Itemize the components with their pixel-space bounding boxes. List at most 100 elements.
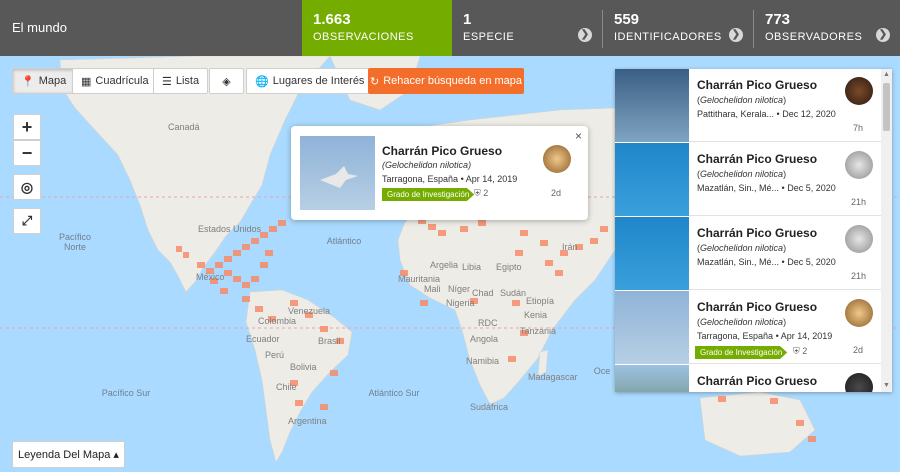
research-grade-badge: Grado de Investigación — [695, 346, 788, 359]
grid-view-label: Cuadrícula — [95, 75, 149, 87]
item-place: Mazatlán, Sin., Mé... — [697, 257, 780, 267]
map-label-canada: Canadá — [168, 122, 200, 132]
observation-thumbnail[interactable] — [615, 217, 689, 290]
avatar[interactable] — [845, 77, 873, 105]
item-scientific-name: (Gelochelidon nilotica) — [697, 95, 787, 105]
layers-button[interactable]: ◈ — [209, 68, 244, 94]
map-label-venezuela: Venezuela — [288, 306, 331, 316]
avatar[interactable] — [845, 151, 873, 179]
map-label-brazil: Brasil — [318, 336, 341, 346]
popup-species-name[interactable]: Charrán Pico Grueso — [382, 144, 502, 158]
list-item[interactable]: Charrán Pico Grueso (Gelochelidon niloti… — [615, 69, 881, 142]
item-time-ago: 2d — [853, 345, 864, 355]
map-label-drc: RDC — [478, 318, 498, 328]
map-label-argentina: Argentina — [288, 416, 327, 426]
map-label-angola: Angola — [470, 334, 499, 344]
item-time-ago: 7h — [853, 123, 864, 133]
research-grade-badge: Grado de Investigación — [382, 188, 475, 201]
map-label-algeria: Argelia — [430, 260, 459, 270]
avatar[interactable] — [845, 373, 873, 392]
stat-observers[interactable]: 773 OBSERVADORES ❯ — [754, 0, 900, 56]
observation-popup[interactable]: × Charrán Pico Grueso (Gelochelidon nilo… — [291, 126, 588, 220]
stat-identifiers-count: 559 — [614, 11, 640, 28]
id-icon: ⛨ — [474, 188, 481, 198]
stat-identifiers[interactable]: 559 IDENTIFICADORES ❯ — [603, 0, 753, 56]
map-view-label: Mapa — [38, 75, 67, 87]
map-label-bolivia: Bolivia — [290, 362, 317, 372]
list-item[interactable]: Charrán Pico Grueso (Gelochelidon niloti… — [615, 291, 881, 364]
map-label-mexico: México — [196, 272, 225, 282]
fullscreen-button[interactable]: ⤢ — [13, 208, 41, 234]
map-label-atlantic: Atlántico — [326, 236, 362, 246]
observation-thumbnail[interactable] — [615, 365, 689, 392]
item-meta: Mazatlán, Sin., Mé... • Dec 5, 2020 — [697, 183, 836, 193]
list-view-button[interactable]: ☰ Lista — [153, 68, 209, 94]
observation-photo[interactable] — [300, 136, 375, 210]
map-label-usa: Estados Unidos — [198, 224, 262, 234]
stat-observations[interactable]: 1.663 OBSERVACIONES — [302, 0, 452, 56]
map-label-iran: Irán — [562, 242, 578, 252]
observation-list[interactable]: Charrán Pico Grueso (Gelochelidon niloti… — [615, 69, 892, 392]
item-place: Tarragona, España — [697, 331, 774, 341]
crosshair-icon: ◎ — [20, 179, 34, 195]
item-place: Mazatlán, Sin., Mé... — [697, 183, 780, 193]
item-date: Apr 14, 2019 — [780, 331, 833, 341]
list-scrollbar[interactable]: ▲ ▼ — [881, 69, 892, 392]
map-label-namibia: Namibia — [466, 356, 500, 366]
item-species-name: Charrán Pico Grueso — [697, 152, 818, 166]
avatar[interactable] — [845, 225, 873, 253]
zoom-out-button[interactable]: − — [13, 140, 41, 166]
item-date: Dec 12, 2020 — [782, 109, 836, 119]
close-icon[interactable]: × — [575, 129, 582, 143]
observation-thumbnail[interactable] — [615, 69, 689, 142]
list-item[interactable]: Charrán Pico Grueso — [615, 365, 881, 392]
avatar[interactable] — [543, 145, 571, 173]
locate-button[interactable]: ◎ — [13, 174, 41, 200]
stat-species[interactable]: 1 ESPECIE ❯ — [452, 0, 602, 56]
map-label-mali: Mali — [424, 284, 441, 294]
map-label-chile: Chile — [276, 382, 297, 392]
map-label-madagascar: Madagascar — [528, 372, 578, 382]
place-label: El mundo — [12, 20, 67, 35]
item-scientific-name-text: Gelochelidon nilotica — [700, 169, 784, 179]
stat-observations-count: 1.663 — [313, 11, 351, 28]
map-pin-icon: 📍 — [21, 75, 35, 88]
grid-view-button[interactable]: ▦ Cuadrícula — [72, 68, 158, 94]
scroll-up-icon[interactable]: ▲ — [881, 69, 892, 81]
stat-observers-count: 773 — [765, 11, 791, 28]
avatar[interactable] — [845, 299, 873, 327]
observation-thumbnail[interactable] — [615, 143, 689, 216]
places-of-interest-button[interactable]: 🌐 Lugares de Interés — [246, 68, 374, 94]
map-label-ethiopia: Etiopía — [526, 296, 555, 306]
list-icon: ☰ — [162, 75, 172, 88]
item-meta: Mazatlán, Sin., Mé... • Dec 5, 2020 — [697, 257, 836, 267]
map-label-kenya: Kenia — [524, 310, 548, 320]
scrollbar-thumb[interactable] — [883, 83, 890, 131]
list-item[interactable]: Charrán Pico Grueso (Gelochelidon niloti… — [615, 217, 881, 290]
item-scientific-name: (Gelochelidon nilotica) — [697, 317, 787, 327]
scroll-down-icon[interactable]: ▼ — [881, 380, 892, 392]
popup-scientific-name: (Gelochelidon nilotica) — [382, 160, 472, 170]
grid-icon: ▦ — [81, 75, 92, 88]
places-of-interest-label: Lugares de Interés — [272, 75, 365, 87]
map-label-mauritania: Mauritania — [398, 274, 441, 284]
popup-id-count-value: 2 — [483, 188, 489, 198]
item-place: Pattithara, Kerala... — [697, 109, 775, 119]
map-label-ecuador: Ecuador — [246, 334, 280, 344]
map-label-niger: Níger — [448, 284, 471, 294]
item-species-name: Charrán Pico Grueso — [697, 300, 818, 314]
item-scientific-name-text: Gelochelidon nilotica — [700, 243, 784, 253]
map-view-button[interactable]: 📍 Mapa — [12, 68, 76, 94]
list-item[interactable]: Charrán Pico Grueso (Gelochelidon niloti… — [615, 143, 881, 216]
redo-search-button[interactable]: ↻ Rehacer búsqueda en mapa — [368, 68, 524, 94]
map-legend-button[interactable]: Leyenda Del Mapa ▴ — [12, 441, 125, 468]
item-species-name: Charrán Pico Grueso — [697, 78, 818, 92]
stat-observations-label: OBSERVACIONES — [313, 31, 414, 43]
id-icon: ⛨ — [793, 346, 800, 356]
popup-meta: Tarragona, España • Apr 14, 2019 — [382, 174, 518, 184]
observation-thumbnail[interactable] — [615, 291, 689, 364]
refresh-icon: ↻ — [369, 75, 380, 88]
popup-time-ago: 2d — [551, 188, 562, 198]
map-label-nigeria: Nigeria — [446, 298, 475, 308]
zoom-in-button[interactable]: + — [13, 114, 41, 140]
